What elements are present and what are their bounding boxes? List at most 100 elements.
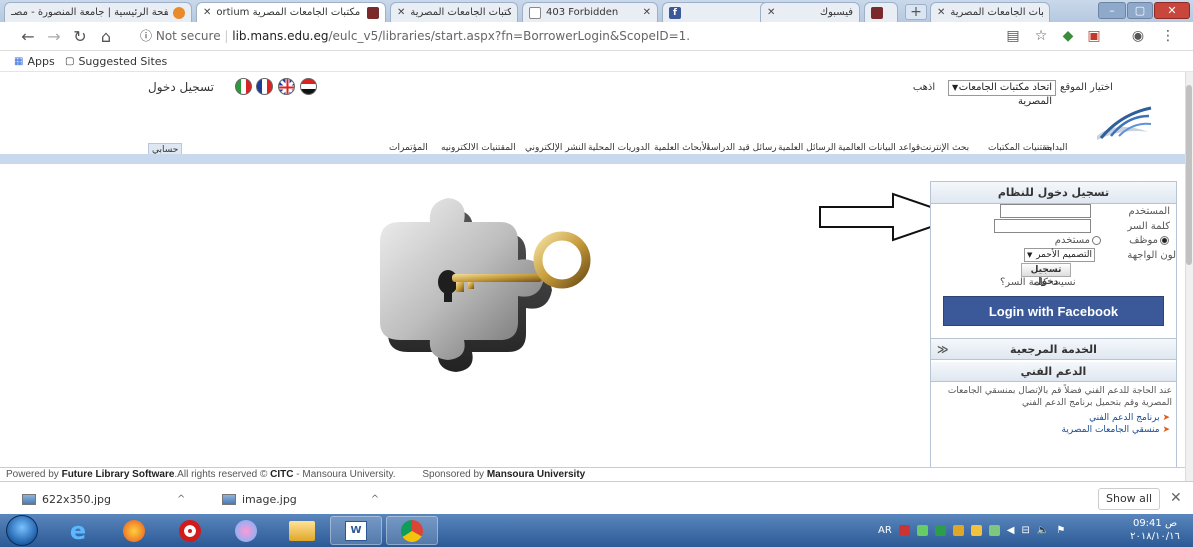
taskbar-messenger[interactable]: [220, 516, 272, 545]
egypt-flag-icon[interactable]: [300, 78, 317, 95]
profile-icon[interactable]: ◉: [1130, 28, 1146, 44]
tab-eulc-2[interactable]: [864, 2, 898, 22]
site-select[interactable]: ▼ اتحاد مكتبات الجامعات المصرية: [948, 80, 1056, 107]
star-icon[interactable]: ☆: [1033, 28, 1049, 44]
taskbar-explorer[interactable]: [276, 516, 328, 545]
password-input[interactable]: [994, 219, 1091, 233]
login-link[interactable]: تسجيل دخول: [148, 80, 214, 94]
bookmark-suggested[interactable]: ▢ Suggested Sites: [65, 54, 167, 69]
forward-arrow-icon[interactable]: →: [44, 27, 64, 47]
close-icon[interactable]: ✕: [643, 7, 651, 18]
start-button[interactable]: [6, 515, 38, 546]
bullet-icon: ➤: [1159, 425, 1170, 435]
close-window-button[interactable]: ✕: [1154, 2, 1190, 19]
network-icon[interactable]: ⊟: [1022, 525, 1030, 536]
support-program-link[interactable]: ➤ برنامج الدعم الفني: [960, 413, 1170, 423]
minimize-button[interactable]: –: [1098, 2, 1126, 19]
role-user-radio[interactable]: [1092, 236, 1101, 245]
reference-service-header[interactable]: ≫ الخدمة المرجعية: [931, 338, 1176, 360]
footer-citc[interactable]: CITC: [270, 469, 293, 480]
uk-flag-icon[interactable]: [278, 78, 295, 95]
footer-vendor[interactable]: Future Library Software: [62, 469, 175, 480]
menu-dots-icon[interactable]: ⋮: [1160, 28, 1176, 44]
volume-icon[interactable]: 🔈: [1037, 525, 1049, 536]
library-icon: [871, 6, 883, 19]
maximize-button[interactable]: ▢: [1127, 2, 1153, 19]
tab-title: اتحاد مكتبات الجامعات المصرية: [410, 7, 511, 18]
arrow-left-icon[interactable]: ◀: [1007, 525, 1015, 536]
taskbar-word[interactable]: W: [330, 516, 382, 545]
tab-eulc-3[interactable]: ✕ اتحاد مكتبات الجامعات المصرية: [930, 2, 1050, 22]
double-chevron-down-icon[interactable]: ≫: [937, 339, 949, 361]
menu-item[interactable]: الدوريات المحلية: [588, 143, 650, 153]
taskbar-chrome[interactable]: [386, 516, 438, 545]
italy-flag-icon[interactable]: [235, 78, 252, 95]
login-submit-button[interactable]: تسجيل دخول: [1021, 263, 1071, 287]
footer-sponsor[interactable]: Mansoura University: [487, 469, 585, 480]
bookmark-apps[interactable]: ▦ Apps: [14, 54, 55, 69]
info-icon[interactable]: ⓘ: [140, 29, 152, 43]
chevron-up-icon[interactable]: ^: [177, 494, 185, 505]
reload-icon[interactable]: ↻: [70, 27, 90, 47]
tab-eulc[interactable]: ✕ اتحاد مكتبات الجامعات المصرية: [390, 2, 518, 22]
back-arrow-icon[interactable]: ←: [18, 27, 38, 47]
tab-eulc-active[interactable]: ✕ ortium اتحاد مكتبات الجامعات المصرية: [196, 2, 386, 22]
firefox-icon: [123, 519, 145, 542]
link-label: منسقي الجامعات المصرية: [1061, 425, 1160, 435]
menu-item[interactable]: بحث الإنترنت: [920, 143, 969, 153]
tray-app-icon[interactable]: [970, 525, 982, 536]
username-input[interactable]: [1000, 204, 1091, 218]
chevron-up-icon[interactable]: ^: [371, 494, 379, 505]
address-bar[interactable]: ⓘ Not secure | lib.mans.edu.eg/eulc_v5/l…: [140, 26, 1000, 47]
eulc-logo: [1097, 106, 1152, 140]
clock-time: 09:41 ص: [1132, 518, 1178, 529]
coordinators-link[interactable]: ➤ منسقي الجامعات المصرية: [960, 425, 1170, 435]
theme-select[interactable]: ▼ التصميم الأحمر: [1024, 248, 1095, 262]
tray-app-icon[interactable]: [898, 525, 910, 536]
menu-item[interactable]: الرسائل العلمية: [778, 143, 836, 153]
show-all-button[interactable]: Show all: [1098, 488, 1160, 510]
drive-icon[interactable]: [934, 525, 946, 536]
menu-item[interactable]: المؤتمرات: [389, 143, 428, 153]
menu-item[interactable]: المقتنيات الالكترونيه: [441, 143, 516, 153]
tray-app-icon[interactable]: [952, 525, 964, 536]
download-item[interactable]: 622x350.jpg ^: [22, 490, 185, 508]
translate-icon[interactable]: ▤: [1005, 28, 1021, 44]
role-user-label: مستخدم: [1054, 235, 1090, 246]
tray-app-icon[interactable]: [916, 525, 928, 536]
extension-icon[interactable]: ◆: [1060, 28, 1076, 44]
menu-item[interactable]: النشر الإلكتروني: [525, 143, 586, 153]
new-tab-button[interactable]: +: [905, 4, 927, 20]
tab-mansoura[interactable]: الصفحة الرئيسية | جامعة المنصورة - مصـ: [4, 2, 192, 22]
close-icon[interactable]: ✕: [203, 7, 211, 18]
taskbar-firefox[interactable]: [108, 516, 160, 545]
facebook-login-button[interactable]: Login with Facebook: [943, 296, 1164, 326]
theme-label: لون الواجهة: [1127, 250, 1176, 261]
flag-icon[interactable]: ⚑: [1056, 525, 1065, 536]
role-staff-radio[interactable]: [1160, 236, 1169, 245]
taskbar-opera[interactable]: [164, 516, 216, 545]
tab-title: 403 Forbidden: [546, 7, 619, 18]
close-icon[interactable]: ✕: [1170, 490, 1182, 506]
download-item[interactable]: image.jpg ^: [222, 490, 379, 508]
scrollbar-thumb[interactable]: [1186, 85, 1192, 265]
forgot-password-link[interactable]: نسيت كلمة السر؟: [1000, 277, 1076, 288]
close-icon[interactable]: ✕: [767, 7, 775, 18]
close-icon[interactable]: ✕: [937, 7, 945, 18]
clock[interactable]: 09:41 ص ٢٠١٨/١٠/١٦: [1120, 517, 1190, 543]
site-select-value: اتحاد مكتبات الجامعات المصرية: [958, 82, 1052, 107]
menu-item[interactable]: الأبحاث العلمية: [654, 143, 709, 153]
taskbar-ie[interactable]: e: [52, 516, 104, 545]
language-indicator[interactable]: AR: [878, 525, 892, 536]
menu-item[interactable]: رسائل قيد الدراسة: [706, 143, 777, 153]
pocket-icon[interactable]: ▣: [1086, 28, 1102, 44]
tab-facebook-ar[interactable]: ✕ فيسبوك: [760, 2, 860, 22]
france-flag-icon[interactable]: [256, 78, 273, 95]
tab-403[interactable]: 403 Forbidden ✕: [522, 2, 658, 22]
tray-app-icon[interactable]: [988, 525, 1000, 536]
go-button[interactable]: اذهب: [905, 80, 943, 96]
menu-item[interactable]: قواعد البيانات العالمية: [838, 143, 920, 153]
close-icon[interactable]: ✕: [397, 7, 405, 18]
home-icon[interactable]: ⌂: [96, 27, 116, 47]
menu-item[interactable]: مقتنيات المكتبات: [988, 143, 1052, 153]
